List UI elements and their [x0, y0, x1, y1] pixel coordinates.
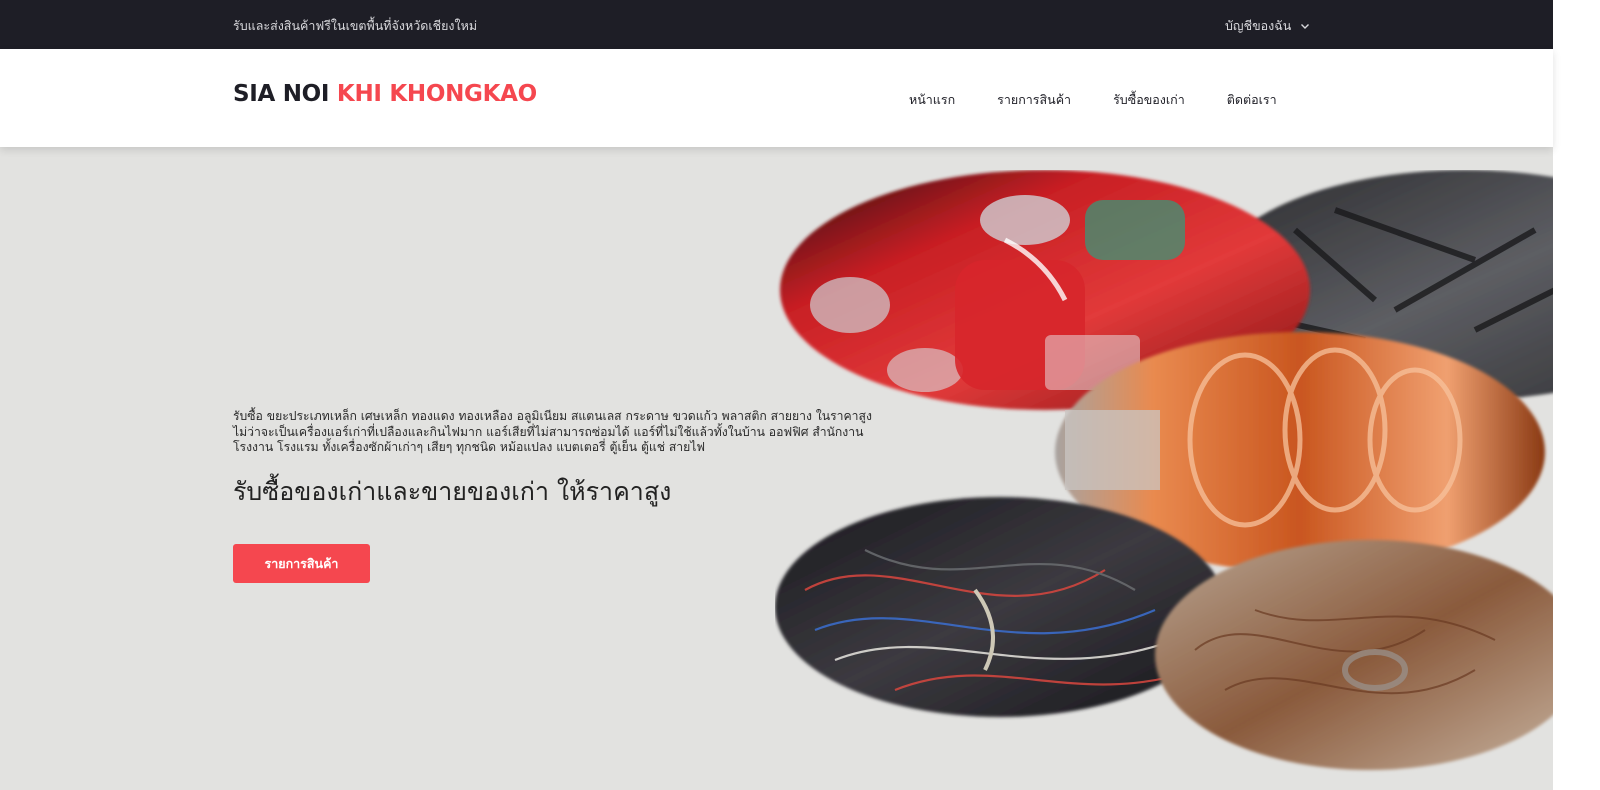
wires-ellipse	[775, 497, 1225, 717]
account-menu[interactable]: บัญชีของฉัน	[1225, 16, 1311, 36]
scrap-collage-image	[775, 170, 1565, 780]
nav-contact[interactable]: ติดต่อเรา	[1227, 90, 1277, 110]
account-label: บัญชีของฉัน	[1225, 18, 1292, 33]
nav-products[interactable]: รายการสินค้า	[997, 90, 1071, 110]
logo-part1: SIA NOI	[233, 81, 330, 107]
nav-home[interactable]: หน้าแรก	[909, 90, 955, 110]
site-header: SIA NOI KHI KHONGKAO หน้าแรก รายการสินค้…	[0, 49, 1553, 147]
main-nav: หน้าแรก รายการสินค้า รับซื้อของเก่า ติดต…	[909, 90, 1319, 110]
promo-text: รับและส่งสินค้าฟรีในเขตพื้นที่จังหวัดเชี…	[233, 18, 478, 33]
nav-buy-used[interactable]: รับซื้อของเก่า	[1113, 90, 1185, 110]
scrollbar-track[interactable]	[1553, 0, 1600, 790]
chevron-down-icon	[1299, 20, 1311, 32]
top-bar: รับและส่งสินค้าฟรีในเขตพื้นที่จังหวัดเชี…	[0, 0, 1553, 49]
logo-part2: KHI KHONGKAO	[336, 81, 537, 107]
copper-silver-block	[1065, 410, 1160, 490]
products-button[interactable]: รายการสินค้า	[233, 544, 370, 583]
hero-headline: รับซื้อของเก่าและขายของเก่า ให้ราคาสูง	[233, 477, 672, 506]
site-logo[interactable]: SIA NOI KHI KHONGKAO	[233, 81, 537, 107]
